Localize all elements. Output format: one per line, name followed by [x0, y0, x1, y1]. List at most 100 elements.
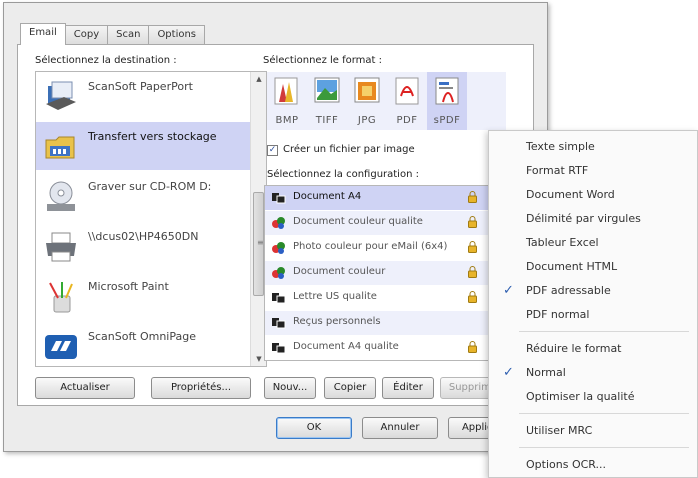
configuration-heading: Sélectionnez la configuration :: [267, 169, 419, 180]
tab-bar: Email Copy Scan Options: [20, 23, 206, 45]
ok-button[interactable]: OK: [276, 417, 352, 439]
destination-label: Graver sur CD-ROM D:: [88, 180, 212, 193]
destination-heading: Sélectionnez la destination :: [35, 55, 177, 66]
destination-item-omnipage[interactable]: ScanSoft OmniPage: [36, 322, 250, 366]
color-document-icon: [272, 267, 285, 279]
destination-item-cd-rom[interactable]: Graver sur CD-ROM D:: [36, 172, 250, 220]
bw-document-icon: [272, 343, 286, 354]
config-label: Document couleur: [293, 266, 386, 277]
format-heading: Sélectionnez le format :: [263, 55, 383, 66]
menu-item-normal-pdf[interactable]: PDF normal: [489, 305, 697, 325]
bmp-icon: [274, 77, 298, 105]
config-item[interactable]: Document couleur qualite: [265, 211, 505, 235]
tab-panel-email: Sélectionnez la destination : Sélectionn…: [17, 44, 534, 406]
menu-item-html[interactable]: Document HTML: [489, 257, 697, 277]
tab-email[interactable]: Email: [20, 23, 66, 45]
lock-icon: [468, 266, 477, 278]
config-label: Photo couleur pour eMail (6x4): [293, 241, 448, 252]
copy-config-button[interactable]: Copier: [324, 377, 376, 399]
lock-icon: [468, 291, 477, 303]
bw-document-icon: [272, 293, 286, 304]
configuration-list[interactable]: Document A4 Document couleur qualite Pho…: [264, 185, 506, 361]
format-spdf[interactable]: sPDF: [427, 72, 467, 130]
menu-item-reduce-size[interactable]: Réduire le format: [489, 339, 697, 359]
menu-item-csv[interactable]: Délimité par virgules: [489, 209, 697, 229]
edit-config-button[interactable]: Éditer: [382, 377, 434, 399]
format-selector: BMP TIFF JPG PDF sPDF: [267, 72, 506, 130]
menu-separator: [519, 331, 689, 332]
format-label: PDF: [396, 115, 418, 126]
destination-label: Transfert vers stockage: [88, 130, 217, 143]
config-label: Document A4: [293, 191, 362, 202]
config-item[interactable]: Photo couleur pour eMail (6x4): [265, 236, 505, 260]
config-item[interactable]: Document A4 qualite: [265, 336, 505, 360]
format-label: BMP: [275, 115, 299, 126]
storage-folder-icon: [45, 136, 75, 159]
jpg-icon: [354, 77, 380, 103]
omnipage-icon: [45, 335, 77, 359]
tab-options[interactable]: Options: [148, 25, 206, 45]
bw-document-icon: [272, 193, 286, 204]
format-bmp[interactable]: BMP: [267, 72, 307, 130]
dialog-window: Email Copy Scan Options Sélectionnez la …: [3, 2, 548, 452]
tiff-icon: [314, 77, 340, 103]
menu-separator: [519, 413, 689, 414]
format-pdf[interactable]: PDF: [387, 72, 427, 130]
config-label: Lettre US qualite: [293, 291, 377, 302]
config-label: Reçus personnels: [293, 316, 381, 327]
menu-item-rtf[interactable]: Format RTF: [489, 161, 697, 181]
destination-item-paint[interactable]: Microsoft Paint: [36, 272, 250, 320]
menu-item-excel[interactable]: Tableur Excel: [489, 233, 697, 253]
refresh-button[interactable]: Actualiser: [35, 377, 135, 399]
paperport-icon: [46, 81, 76, 110]
lock-icon: [468, 191, 477, 203]
config-item[interactable]: Lettre US qualite: [265, 286, 505, 310]
config-item[interactable]: Reçus personnels: [265, 311, 505, 335]
destination-item-printer[interactable]: \\dcus02\HP4650DN: [36, 222, 250, 270]
checkmark-icon: ✓: [503, 283, 514, 298]
checkbox-label: Créer un fichier par image: [283, 144, 415, 155]
format-label: TIFF: [315, 115, 339, 126]
bw-document-icon: [272, 318, 286, 329]
paint-icon: [49, 282, 73, 313]
cd-drive-icon: [47, 181, 75, 211]
color-document-icon: [272, 242, 285, 254]
lock-icon: [468, 341, 477, 353]
tab-scan[interactable]: Scan: [107, 25, 150, 45]
format-label: JPG: [357, 115, 377, 126]
color-document-icon: [272, 217, 285, 229]
destination-list[interactable]: ScanSoft PaperPort Transfert vers stocka…: [35, 71, 267, 367]
tab-copy[interactable]: Copy: [64, 25, 109, 45]
menu-item-plain-text[interactable]: Texte simple: [489, 137, 697, 157]
menu-item-optimize-quality[interactable]: Optimiser la qualité: [489, 387, 697, 407]
format-tiff[interactable]: TIFF: [307, 72, 347, 130]
scroll-up-icon[interactable]: ▲: [251, 72, 266, 86]
destination-item-paperport[interactable]: ScanSoft PaperPort: [36, 72, 250, 120]
menu-separator: [519, 447, 689, 448]
destination-item-storage[interactable]: Transfert vers stockage: [36, 122, 250, 170]
format-label: sPDF: [433, 115, 461, 126]
format-jpg[interactable]: JPG: [347, 72, 387, 130]
scrollbar-thumb[interactable]: ≡: [253, 192, 264, 296]
cancel-button[interactable]: Annuler: [362, 417, 438, 439]
destination-label: \\dcus02\HP4650DN: [88, 230, 199, 243]
destination-label: ScanSoft PaperPort: [88, 80, 193, 93]
checkmark-icon: ✓: [503, 365, 514, 380]
config-item[interactable]: Document A4: [265, 186, 505, 210]
ocr-format-context-menu: Texte simple Format RTF Document Word Dé…: [488, 130, 698, 478]
menu-item-normal[interactable]: ✓ Normal: [489, 363, 697, 383]
config-item[interactable]: Document couleur: [265, 261, 505, 285]
properties-button[interactable]: Propriétés...: [151, 377, 251, 399]
menu-item-word[interactable]: Document Word: [489, 185, 697, 205]
config-label: Document A4 qualite: [293, 341, 399, 352]
printer-icon: [46, 232, 76, 262]
lock-icon: [468, 216, 477, 228]
menu-item-use-mrc[interactable]: Utiliser MRC: [489, 421, 697, 441]
menu-item-searchable-pdf[interactable]: ✓ PDF adressable: [489, 281, 697, 301]
new-config-button[interactable]: Nouv...: [264, 377, 316, 399]
destination-label: Microsoft Paint: [88, 280, 169, 293]
one-file-per-image-checkbox[interactable]: ✓: [267, 145, 278, 156]
spdf-icon: [435, 77, 459, 105]
menu-item-ocr-options[interactable]: Options OCR...: [489, 455, 697, 475]
pdf-icon: [395, 77, 419, 105]
